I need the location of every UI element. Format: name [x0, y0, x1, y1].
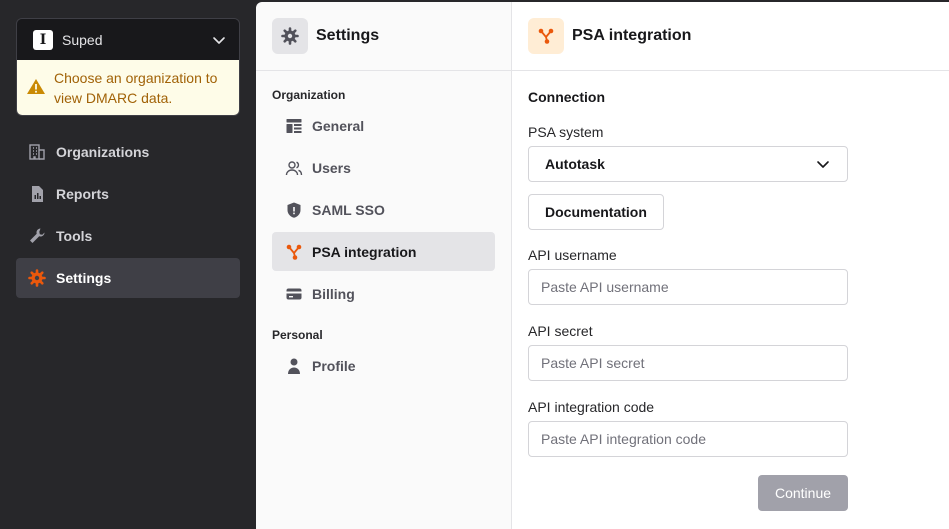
api-code-input[interactable]	[528, 421, 848, 457]
api-username-input[interactable]	[528, 269, 848, 305]
menu-label: Profile	[312, 357, 356, 374]
api-username-label: API username	[528, 247, 617, 263]
integration-icon	[528, 18, 564, 54]
nav-label: Reports	[56, 186, 109, 202]
api-code-label: API integration code	[528, 399, 655, 415]
org-logo: I	[33, 29, 53, 50]
wrench-icon	[28, 227, 46, 245]
nav-item-settings[interactable]: Settings	[16, 258, 240, 298]
form-section-title: Connection	[528, 89, 605, 105]
settings-title: Settings	[316, 27, 380, 44]
report-icon	[28, 185, 46, 203]
psa-system-label: PSA system	[528, 124, 604, 140]
nav-label: Settings	[56, 270, 112, 286]
nav-label: Organizations	[56, 144, 150, 160]
menu-label: PSA integration	[312, 243, 417, 260]
main-header: PSA integration	[512, 2, 949, 71]
warning-text: Choose an organization to view DMARC dat…	[54, 70, 218, 106]
chevron-down-icon	[213, 36, 225, 44]
nav-item-tools[interactable]: Tools	[16, 216, 240, 256]
layout-icon	[284, 116, 304, 136]
building-icon	[28, 143, 46, 161]
settings-item-billing[interactable]: Billing	[272, 274, 495, 313]
settings-menu-personal: Profile	[256, 346, 511, 385]
settings-item-general[interactable]: General	[272, 106, 495, 145]
menu-label: SAML SSO	[312, 201, 385, 218]
org-name: Suped	[62, 31, 103, 48]
app-sidebar: I Suped Choose an organization to view D…	[0, 0, 256, 529]
api-secret-input[interactable]	[528, 345, 848, 381]
section-label-personal: Personal	[272, 328, 323, 342]
settings-header: Settings	[256, 2, 511, 71]
nav-label: Tools	[56, 228, 93, 244]
nav-item-reports[interactable]: Reports	[16, 174, 240, 214]
org-warning: Choose an organization to view DMARC dat…	[17, 60, 239, 115]
nav-item-organizations[interactable]: Organizations	[16, 132, 240, 172]
settings-column: Settings Organization General Users SAML…	[256, 2, 512, 529]
connection-form: Connection PSA system Autotask Documenta…	[512, 89, 949, 457]
shield-icon	[284, 200, 304, 220]
menu-label: General	[312, 117, 365, 134]
page-title: PSA integration	[572, 27, 692, 44]
integration-icon	[284, 242, 304, 262]
psa-system-value: Autotask	[545, 156, 605, 172]
settings-menu-organization: General Users SAML SSO PSA integration B…	[256, 106, 511, 313]
gear-icon	[28, 269, 46, 287]
users-icon	[284, 158, 304, 178]
settings-item-saml-sso[interactable]: SAML SSO	[272, 190, 495, 229]
settings-item-users[interactable]: Users	[272, 148, 495, 187]
main-nav: Organizations Reports Tools Settings	[16, 132, 240, 300]
settings-item-profile[interactable]: Profile	[272, 346, 495, 385]
documentation-button[interactable]: Documentation	[528, 194, 664, 230]
warning-icon	[27, 79, 45, 94]
gear-icon	[272, 18, 308, 54]
section-label-organization: Organization	[272, 88, 346, 102]
org-selector[interactable]: I Suped	[17, 19, 239, 60]
menu-label: Billing	[312, 285, 355, 302]
chevron-down-icon	[817, 161, 829, 168]
settings-item-psa-integration[interactable]: PSA integration	[272, 232, 495, 271]
continue-button[interactable]: Continue	[758, 475, 848, 511]
card-icon	[284, 284, 304, 304]
user-icon	[284, 356, 304, 376]
org-card: I Suped Choose an organization to view D…	[16, 18, 240, 116]
psa-system-select[interactable]: Autotask	[528, 146, 848, 182]
menu-label: Users	[312, 159, 351, 176]
main-panel: PSA integration Connection PSA system Au…	[512, 2, 949, 529]
api-secret-label: API secret	[528, 323, 593, 339]
